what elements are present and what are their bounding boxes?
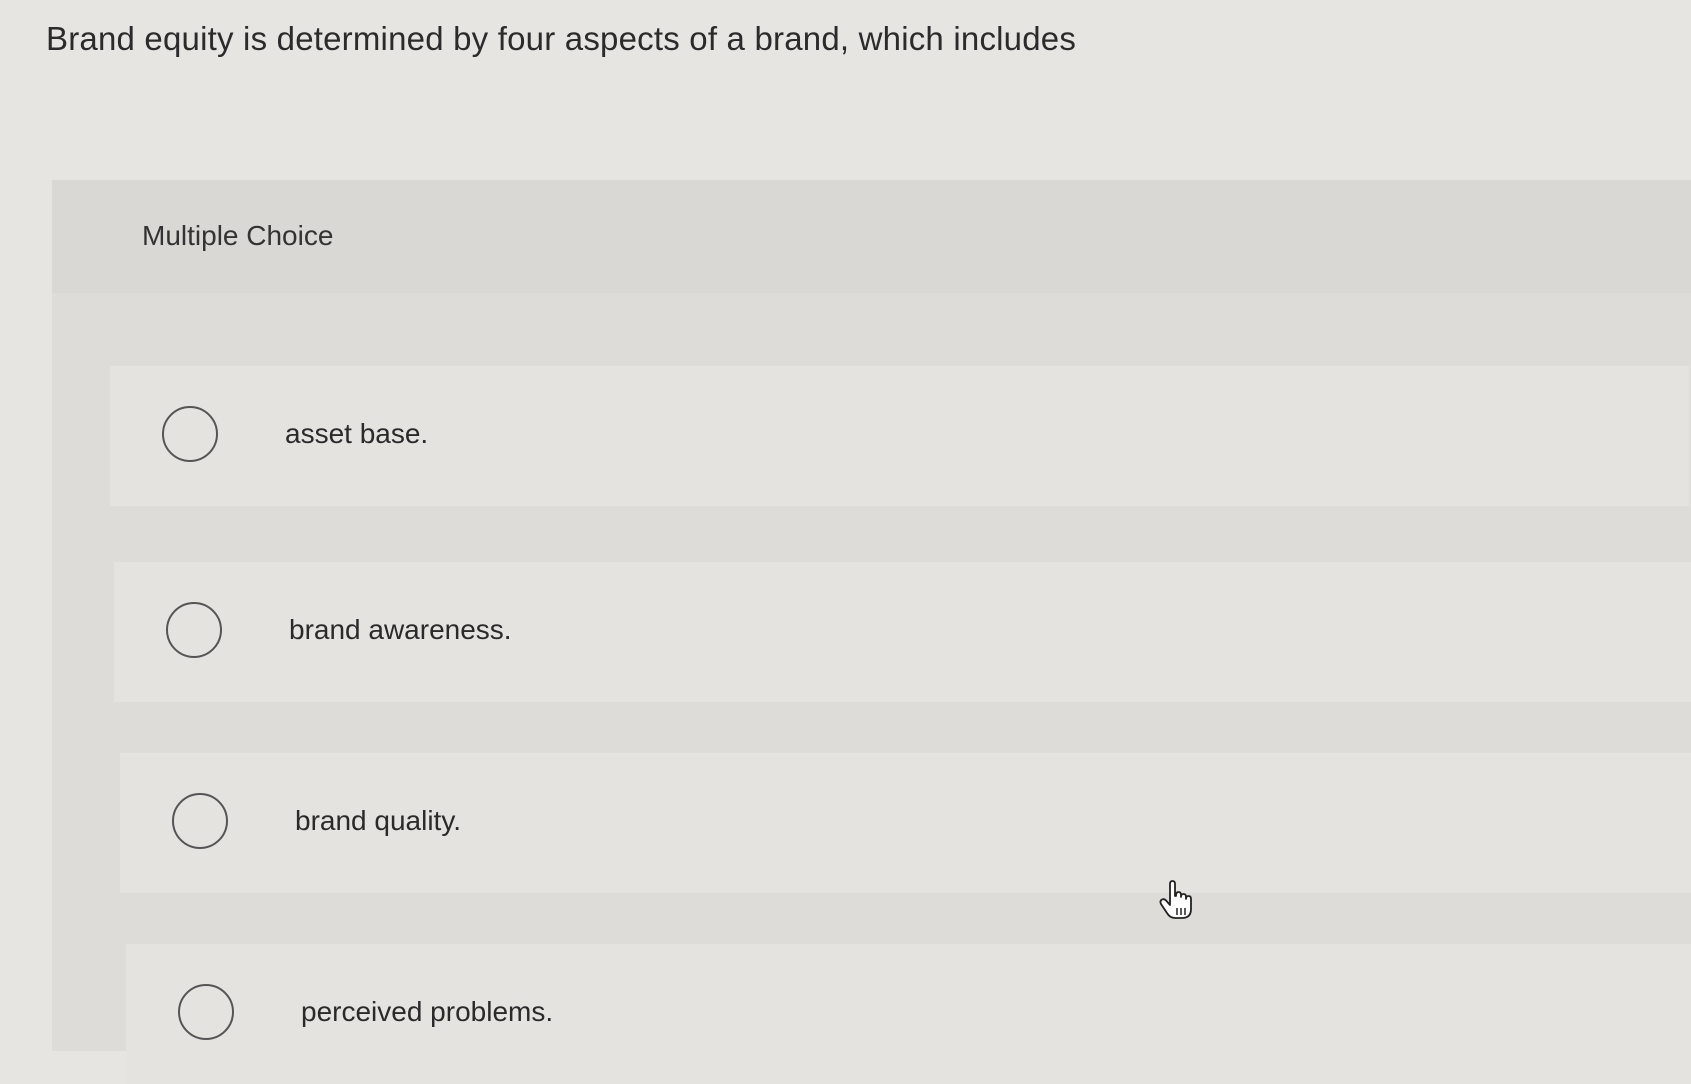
choice-label: brand quality. [295, 805, 462, 836]
choice-label: asset base. [285, 418, 429, 449]
radio-button[interactable] [166, 602, 222, 658]
choice-option[interactable]: perceived problems. [126, 944, 1691, 1084]
radio-button[interactable] [172, 793, 228, 849]
question-text: Brand equity is determined by four aspec… [46, 20, 1077, 57]
choice-option[interactable]: asset base. [110, 366, 1689, 506]
radio-button[interactable] [178, 984, 234, 1040]
radio-button[interactable] [162, 406, 218, 462]
hand-pointer-icon [1158, 880, 1194, 920]
choice-option[interactable]: brand awareness. [114, 562, 1691, 702]
multiple-choice-card: Multiple Choice asset base. brand awaren… [52, 180, 1691, 1084]
choice-option[interactable]: brand quality. [120, 753, 1691, 893]
card-header: Multiple Choice [52, 180, 1691, 293]
choice-label: brand awareness. [289, 614, 512, 645]
choice-label: perceived problems. [301, 996, 554, 1027]
section-label: Multiple Choice [142, 220, 334, 251]
